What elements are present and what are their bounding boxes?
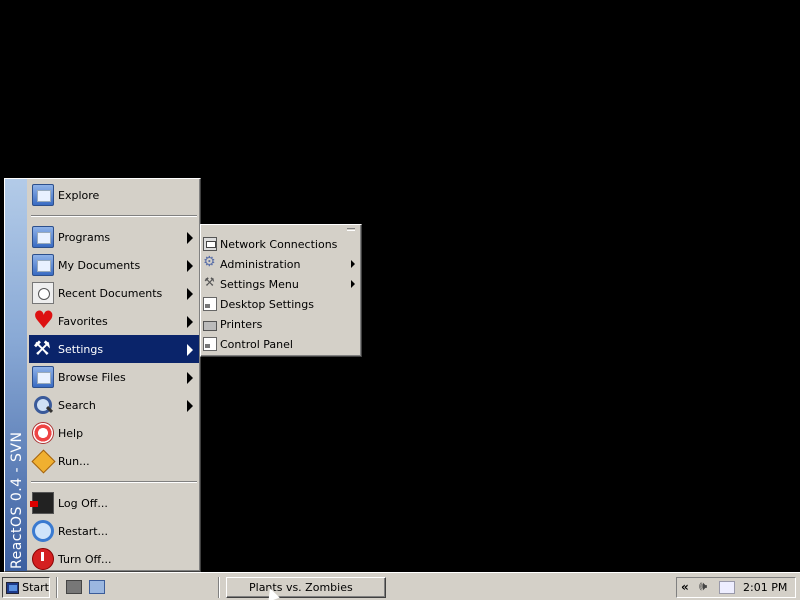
menu-item-my-documents[interactable]: My Documents bbox=[29, 251, 199, 279]
submenu-grip[interactable] bbox=[347, 228, 355, 231]
menu-item-run[interactable]: Run... bbox=[29, 447, 199, 475]
menu-item-label: Restart... bbox=[58, 524, 109, 538]
start-button-label: Start bbox=[22, 581, 49, 594]
submenu-arrow-icon bbox=[351, 260, 355, 268]
administration-icon bbox=[203, 254, 217, 271]
settings-menu-icon bbox=[203, 275, 217, 291]
submenu-item-label: Desktop Settings bbox=[220, 297, 314, 311]
submenu-arrow-icon bbox=[187, 288, 193, 300]
quick-launch-explorer-icon[interactable] bbox=[89, 580, 105, 594]
submenu-item-label: Settings Menu bbox=[220, 277, 299, 291]
submenu-arrow-icon bbox=[187, 316, 193, 328]
banner-text: ReactOS 0.4 - SVN bbox=[9, 431, 25, 570]
submenu-arrow-icon bbox=[187, 372, 193, 384]
taskbar: Start Plants vs. Zombies « 🕪 2:01 PM bbox=[0, 572, 800, 600]
help-lifebuoy-icon bbox=[32, 422, 54, 444]
menu-item-recent-documents[interactable]: Recent Documents bbox=[29, 279, 199, 307]
settings-submenu: Network Connections Administration Setti… bbox=[200, 224, 362, 357]
control-panel-icon bbox=[203, 337, 217, 351]
submenu-item-label: Printers bbox=[220, 317, 263, 331]
submenu-item-settings-menu[interactable]: Settings Menu bbox=[201, 274, 361, 294]
browse-folder-icon bbox=[32, 366, 54, 388]
menu-item-label: Search bbox=[58, 398, 96, 412]
logoff-icon bbox=[30, 492, 54, 514]
menu-item-label: Settings bbox=[58, 342, 104, 356]
menu-item-label: Help bbox=[58, 426, 84, 440]
submenu-item-control-panel[interactable]: Control Panel bbox=[201, 334, 361, 354]
submenu-item-desktop-settings[interactable]: Desktop Settings bbox=[201, 294, 361, 314]
submenu-arrow-icon bbox=[187, 344, 193, 356]
submenu-item-administration[interactable]: Administration bbox=[201, 254, 361, 274]
submenu-arrow-icon bbox=[187, 232, 193, 244]
menu-item-label: My Documents bbox=[58, 258, 141, 272]
menu-item-help[interactable]: Help bbox=[29, 419, 199, 447]
start-menu: ReactOS 0.4 - SVN Explore Programs My Do… bbox=[4, 178, 201, 572]
menu-item-log-off[interactable]: Log Off... bbox=[29, 489, 199, 517]
menu-item-label: Turn Off... bbox=[58, 552, 112, 566]
menu-item-settings[interactable]: Settings bbox=[29, 335, 199, 363]
restart-icon bbox=[32, 520, 54, 542]
show-desktop-icon[interactable] bbox=[66, 580, 82, 594]
printer-icon bbox=[203, 320, 217, 331]
favorites-heart-icon bbox=[32, 306, 55, 334]
menu-item-label: Browse Files bbox=[58, 370, 126, 384]
menu-item-favorites[interactable]: Favorites bbox=[29, 306, 199, 335]
menu-item-browse-files[interactable]: Browse Files bbox=[29, 363, 199, 391]
documents-folder-icon bbox=[32, 254, 54, 276]
menu-separator bbox=[31, 215, 197, 217]
menu-item-label: Explore bbox=[58, 188, 100, 202]
menu-separator bbox=[31, 481, 197, 483]
desktop-settings-icon bbox=[203, 297, 217, 311]
submenu-item-label: Administration bbox=[220, 257, 301, 271]
menu-item-label: Favorites bbox=[58, 314, 108, 328]
menu-item-turn-off[interactable]: Turn Off... bbox=[29, 545, 199, 573]
tray-expand-chevron-icon[interactable]: « bbox=[681, 580, 689, 594]
recent-documents-icon bbox=[32, 282, 54, 304]
network-connections-icon bbox=[203, 237, 217, 251]
submenu-arrow-icon bbox=[351, 280, 355, 288]
menu-item-label: Recent Documents bbox=[58, 286, 163, 300]
submenu-arrow-icon bbox=[187, 260, 193, 272]
system-tray: « 🕪 2:01 PM bbox=[676, 577, 796, 598]
submenu-arrow-icon bbox=[187, 400, 193, 412]
menu-item-restart[interactable]: Restart... bbox=[29, 517, 199, 545]
submenu-item-network-connections[interactable]: Network Connections bbox=[201, 234, 361, 254]
settings-tools-icon bbox=[32, 336, 54, 360]
submenu-item-label: Control Panel bbox=[220, 337, 293, 351]
menu-item-programs[interactable]: Programs bbox=[29, 223, 199, 251]
menu-item-explore[interactable]: Explore bbox=[29, 181, 199, 209]
taskbar-separator bbox=[56, 577, 58, 598]
tray-app-icon[interactable] bbox=[719, 581, 735, 594]
volume-icon[interactable]: 🕪 bbox=[699, 579, 707, 594]
search-magnifier-icon bbox=[32, 394, 54, 416]
menu-item-label: Log Off... bbox=[58, 496, 108, 510]
start-logo-icon bbox=[6, 581, 20, 594]
power-icon bbox=[32, 548, 54, 570]
tray-clock[interactable]: 2:01 PM bbox=[743, 581, 787, 594]
start-menu-banner: ReactOS 0.4 - SVN bbox=[5, 179, 27, 571]
explore-icon bbox=[32, 184, 54, 206]
menu-item-label: Programs bbox=[58, 230, 111, 244]
menu-item-search[interactable]: Search bbox=[29, 391, 199, 419]
submenu-item-printers[interactable]: Printers bbox=[201, 314, 361, 334]
run-icon bbox=[32, 450, 54, 472]
menu-item-label: Run... bbox=[58, 454, 90, 468]
taskbar-button-plants-vs-zombies[interactable]: Plants vs. Zombies bbox=[226, 577, 386, 598]
submenu-item-label: Network Connections bbox=[220, 237, 338, 251]
taskbar-separator bbox=[218, 577, 220, 598]
programs-folder-icon bbox=[32, 226, 54, 248]
start-button[interactable]: Start bbox=[2, 577, 50, 598]
